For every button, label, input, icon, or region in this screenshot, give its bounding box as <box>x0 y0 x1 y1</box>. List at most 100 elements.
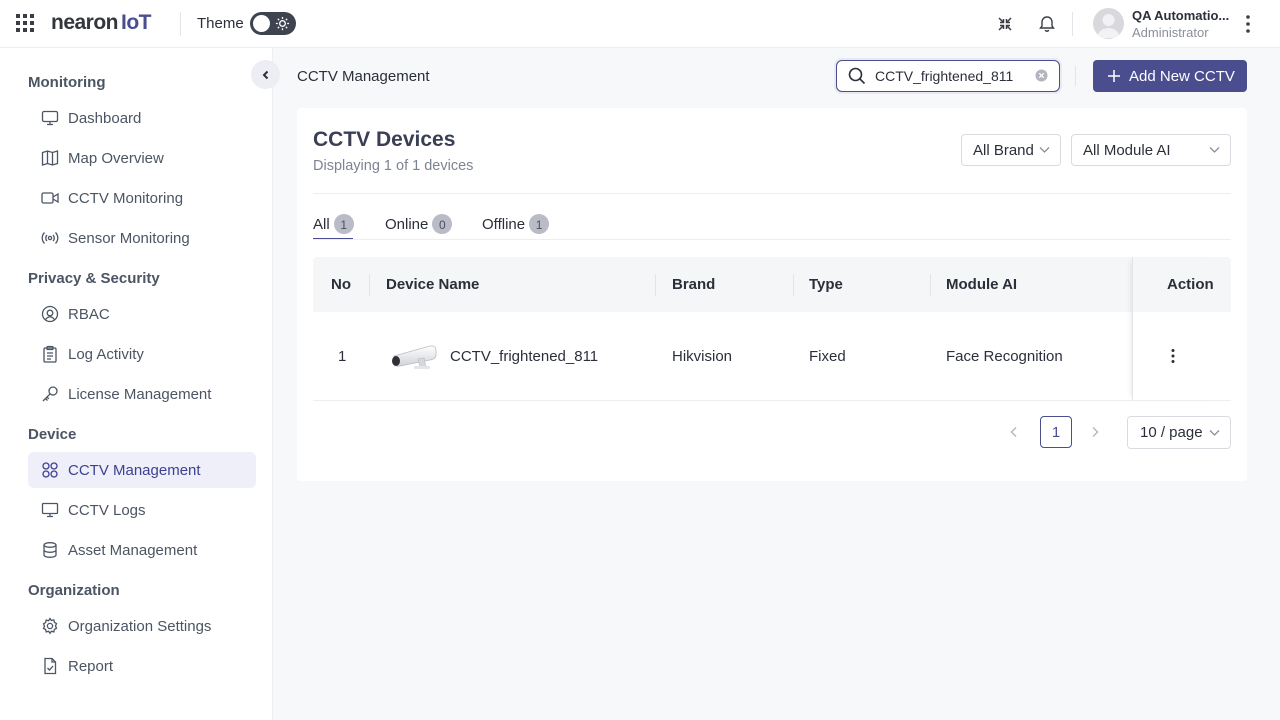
theme-label: Theme <box>197 15 244 32</box>
column-separator <box>930 274 931 296</box>
sidebar-item-label: Report <box>68 657 114 675</box>
module-ai-filter-select[interactable]: All Module AI <box>1071 134 1231 166</box>
header-divider <box>1072 12 1073 36</box>
top-bar: nearon IoT Theme QA Automatio... Administ… <box>0 0 1280 48</box>
devices-card: CCTV Devices Displaying 1 of 1 devices A… <box>297 108 1247 481</box>
search-input[interactable] <box>875 66 1025 86</box>
column-header-type[interactable]: Type <box>809 257 843 312</box>
section-title-device: Device <box>28 426 77 443</box>
grid-icon <box>40 460 60 480</box>
chevron-down-icon <box>1039 146 1050 154</box>
sidebar-item-label: Organization Settings <box>68 617 212 635</box>
brand-logo[interactable]: nearon IoT <box>51 11 152 35</box>
user-name: QA Automatio... <box>1132 8 1230 23</box>
sidebar-item-label: Log Activity <box>68 345 144 363</box>
tab-label: All <box>313 215 330 233</box>
clear-icon[interactable] <box>1035 69 1048 82</box>
row-more-icon[interactable] <box>1165 348 1181 364</box>
cell-device-name: CCTV_frightened_811 <box>390 312 598 400</box>
column-separator <box>369 274 370 296</box>
add-new-cctv-label: Add New CCTV <box>1129 67 1235 85</box>
column-header-no[interactable]: No <box>331 257 351 312</box>
page-size-value: 10 / page <box>1140 424 1203 441</box>
video-icon <box>40 188 60 208</box>
card-title: CCTV Devices <box>313 128 456 151</box>
sidebar-item-cctv-logs[interactable]: CCTV Logs <box>28 492 256 528</box>
sidebar-item-rbac[interactable]: RBAC <box>28 296 256 332</box>
tabs-divider <box>313 239 1231 240</box>
sidebar-item-organization-settings[interactable]: Organization Settings <box>28 608 256 644</box>
chevron-down-icon <box>1209 429 1220 437</box>
page-size-select[interactable]: 10 / page <box>1127 416 1231 449</box>
sidebar-collapse-button[interactable] <box>251 60 280 89</box>
device-name-text[interactable]: CCTV_frightened_811 <box>450 348 598 365</box>
search-field[interactable] <box>836 60 1060 92</box>
theme-toggle[interactable] <box>250 12 296 35</box>
tab-label: Offline <box>482 215 526 233</box>
database-icon <box>40 540 60 560</box>
tab-count-badge: 1 <box>333 214 354 234</box>
cell-module-ai: Face Recognition <box>946 347 1063 365</box>
sidebar-item-cctv-monitoring[interactable]: CCTV Monitoring <box>28 180 256 216</box>
sidebar-item-label: Map Overview <box>68 149 164 167</box>
pagination-prev[interactable] <box>1002 416 1026 448</box>
card-subtitle: Displaying 1 of 1 devices <box>313 158 474 174</box>
sidebar-item-label: Asset Management <box>68 541 198 559</box>
cell-no: 1 <box>338 347 347 365</box>
sidebar-item-label: Sensor Monitoring <box>68 229 190 247</box>
table-row[interactable]: 1 CCTV_frightened_811 Hikvision Fixed Fa… <box>313 312 1231 401</box>
sidebar-item-map-overview[interactable]: Map Overview <box>28 140 256 176</box>
cell-brand: Hikvision <box>672 347 733 365</box>
cctv-camera-thumbnail <box>390 342 438 370</box>
header-divider <box>180 12 181 36</box>
sidebar-item-log-activity[interactable]: Log Activity <box>28 336 256 372</box>
more-vertical-icon[interactable] <box>1240 13 1256 35</box>
sidebar-item-label: CCTV Monitoring <box>68 189 184 207</box>
broadcast-icon <box>40 228 60 248</box>
module-ai-filter-value: All Module AI <box>1083 141 1171 159</box>
pagination-page-1[interactable]: 1 <box>1040 416 1072 448</box>
section-title-privacy-security: Privacy & Security <box>28 270 160 287</box>
column-header-brand[interactable]: Brand <box>672 257 715 312</box>
gear-icon <box>40 616 60 636</box>
sidebar-item-license-management[interactable]: License Management <box>28 376 256 412</box>
sidebar-item-sensor-monitoring[interactable]: Sensor Monitoring <box>28 220 256 256</box>
sidebar-item-label: CCTV Management <box>68 461 201 479</box>
sidebar-item-report[interactable]: Report <box>28 648 256 684</box>
fullscreen-exit-icon[interactable] <box>994 13 1016 35</box>
section-title-organization: Organization <box>28 582 120 599</box>
plus-icon <box>1107 69 1121 83</box>
pagination-next[interactable] <box>1083 416 1107 448</box>
tab-count-badge: 1 <box>529 214 550 234</box>
column-header-device-name[interactable]: Device Name <box>386 257 479 312</box>
search-divider <box>1075 66 1076 86</box>
brand-filter-select[interactable]: All Brand <box>961 134 1061 166</box>
bell-icon[interactable] <box>1036 13 1058 35</box>
sidebar-item-label: CCTV Logs <box>68 501 146 519</box>
sidebar-item-cctv-management[interactable]: CCTV Management <box>28 452 256 488</box>
search-icon <box>848 67 866 85</box>
brand-filter-value: All Brand <box>973 141 1034 159</box>
add-new-cctv-button[interactable]: Add New CCTV <box>1093 60 1247 92</box>
sidebar-item-label: RBAC <box>68 305 110 323</box>
sidebar-item-dashboard[interactable]: Dashboard <box>28 100 256 136</box>
user-circle-icon <box>40 304 60 324</box>
column-header-module-ai[interactable]: Module AI <box>946 257 1017 312</box>
sun-icon <box>275 16 290 31</box>
cell-type: Fixed <box>809 347 846 365</box>
monitor-icon <box>40 108 60 128</box>
sidebar-item-label: Dashboard <box>68 109 142 127</box>
avatar[interactable] <box>1093 8 1124 39</box>
tab-online[interactable]: Online 0 <box>385 208 453 240</box>
tab-count-badge: 0 <box>432 214 453 234</box>
key-icon <box>40 384 60 404</box>
app-grid-icon[interactable] <box>16 14 34 32</box>
page-title: CCTV Management <box>297 68 430 85</box>
section-title-monitoring: Monitoring <box>28 74 106 91</box>
desktop-icon <box>40 500 60 520</box>
tab-all[interactable]: All 1 <box>313 208 354 240</box>
logo-accent-text: IoT <box>121 11 152 34</box>
tab-offline[interactable]: Offline 1 <box>482 208 550 240</box>
header-divider <box>313 193 1231 194</box>
sidebar-item-asset-management[interactable]: Asset Management <box>28 532 256 568</box>
